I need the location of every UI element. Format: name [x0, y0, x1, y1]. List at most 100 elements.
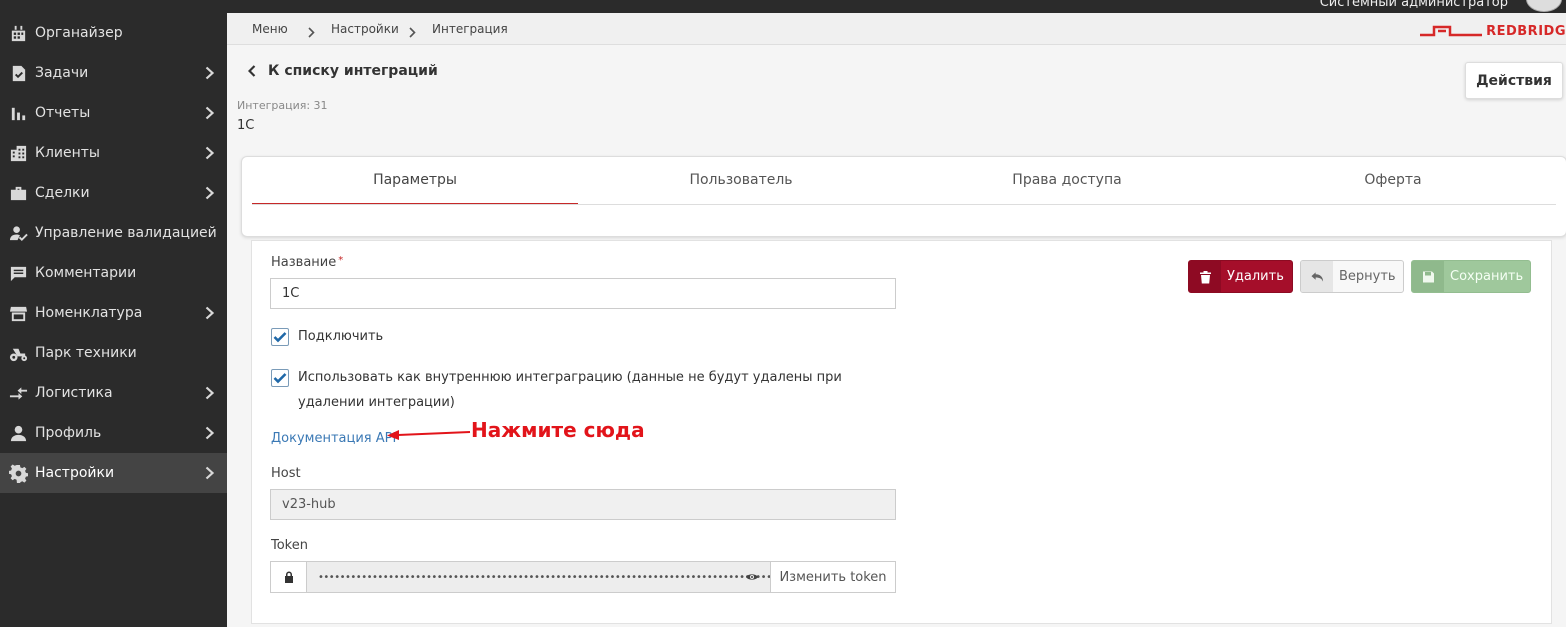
- back-label: К списку интеграций: [268, 63, 438, 79]
- host-label: Host: [271, 466, 301, 481]
- tab-access-rights[interactable]: Права доступа: [904, 157, 1230, 203]
- comment-icon: [8, 263, 28, 283]
- connect-checkbox-row[interactable]: Подключить: [271, 324, 383, 349]
- chevron-left-icon: [248, 65, 256, 77]
- store-icon: [8, 303, 28, 323]
- sidebar-item-fleet[interactable]: Парк техники: [0, 333, 227, 373]
- sidebar-item-deals[interactable]: Сделки: [0, 173, 227, 213]
- sidebar-item-label: Парк техники: [35, 345, 137, 361]
- calendar-icon: [8, 23, 28, 43]
- checkmark-icon: [273, 373, 287, 384]
- sidebar-item-label: Сделки: [35, 185, 90, 201]
- token-input[interactable]: ••••••••••••••••••••••••••••••••••••••••…: [306, 561, 771, 593]
- sidebar-item-reports[interactable]: Отчеты: [0, 93, 227, 133]
- sidebar-item-label: Настройки: [35, 465, 115, 481]
- annotation-text: Нажмите сюда: [471, 418, 645, 442]
- sidebar-item-comments[interactable]: Комментарии: [0, 253, 227, 293]
- sidebar-item-profile[interactable]: Профиль: [0, 413, 227, 453]
- sidebar-item-tasks[interactable]: Задачи: [0, 53, 227, 93]
- integration-name: 1С: [237, 118, 255, 133]
- save-label: Сохранить: [1450, 269, 1524, 284]
- tabs-card: Параметры Пользователь Права доступа Офе…: [241, 156, 1566, 237]
- actions-button[interactable]: Действия: [1465, 62, 1563, 99]
- connect-label: Подключить: [298, 329, 384, 344]
- sidebar-item-label: Комментарии: [35, 265, 137, 281]
- user-check-icon: [8, 223, 28, 243]
- chevron-right-icon: [205, 106, 215, 120]
- sidebar-item-settings[interactable]: Настройки: [0, 453, 227, 493]
- required-mark: *: [338, 255, 344, 266]
- chevron-right-icon: [205, 386, 215, 400]
- sidebar-item-label: Отчеты: [35, 105, 91, 121]
- lock-icon: [270, 561, 307, 593]
- logo-text: REDBRIDG: [1486, 23, 1566, 39]
- name-label-text: Название: [271, 255, 337, 270]
- api-docs-link[interactable]: Документация API: [271, 431, 396, 446]
- eye-icon[interactable]: [745, 571, 759, 583]
- sidebar-item-label: Профиль: [35, 425, 102, 441]
- chevron-right-icon: [205, 426, 215, 440]
- chevron-right-icon: [205, 66, 215, 80]
- avatar[interactable]: [1526, 0, 1562, 12]
- revert-button[interactable]: Вернуть: [1300, 260, 1404, 293]
- task-check-icon: [8, 63, 28, 83]
- sidebar-item-label: Управление валидацией: [35, 225, 217, 241]
- tab-offer[interactable]: Оферта: [1230, 157, 1556, 203]
- sidebar-item-label: Логистика: [35, 385, 113, 401]
- sidebar-item-organizer[interactable]: Органайзер: [0, 13, 227, 53]
- save-button[interactable]: Сохранить: [1411, 260, 1531, 293]
- tractor-icon: [8, 343, 28, 363]
- chevron-right-icon: [308, 23, 316, 38]
- sidebar-item-logistics[interactable]: Логистика: [0, 373, 227, 413]
- back-to-list-link[interactable]: К списку интеграций: [248, 63, 438, 79]
- sidebar-item-label: Задачи: [35, 65, 89, 81]
- checkmark-icon: [273, 332, 287, 343]
- chevron-right-icon: [205, 306, 215, 320]
- tab-parameters[interactable]: Параметры: [252, 157, 578, 205]
- logo-mark-icon: [1420, 25, 1483, 37]
- sidebar-item-label: Органайзер: [35, 25, 123, 41]
- person-icon: [8, 423, 28, 443]
- sidebar-item-label: Номенклатура: [35, 305, 143, 321]
- chevron-right-icon: [409, 23, 417, 38]
- chevron-right-icon: [205, 146, 215, 160]
- sidebar-item-validation[interactable]: Управление валидацией: [0, 213, 227, 253]
- breadcrumb-item-integration: Интеграция: [432, 22, 508, 36]
- name-label: Название *: [271, 255, 343, 270]
- delete-button[interactable]: Удалить: [1188, 260, 1293, 293]
- annotation-arrow-icon: [387, 430, 471, 440]
- user-role[interactable]: Системный администратор: [1320, 0, 1508, 10]
- sidebar-item-nomenclature[interactable]: Номенклатура: [0, 293, 227, 333]
- host-input[interactable]: v23-hub: [270, 489, 896, 520]
- breadcrumb-item-menu[interactable]: Меню: [252, 22, 288, 36]
- logo: REDBRIDG: [1420, 23, 1566, 39]
- token-label: Token: [271, 538, 308, 553]
- tab-user[interactable]: Пользователь: [578, 157, 904, 203]
- tabs-divider: [252, 204, 1556, 205]
- briefcase-icon: [8, 183, 28, 203]
- integration-id: Интеграция: 31: [237, 99, 328, 112]
- chevron-right-icon: [205, 466, 215, 480]
- top-bar: Системный администратор: [0, 0, 1566, 13]
- connect-checkbox[interactable]: [271, 328, 289, 346]
- chevron-right-icon: [205, 186, 215, 200]
- building-icon: [8, 143, 28, 163]
- change-token-button[interactable]: Изменить token: [770, 561, 896, 593]
- name-input[interactable]: 1С: [270, 278, 896, 309]
- token-masked-value: ••••••••••••••••••••••••••••••••••••••••…: [318, 571, 771, 583]
- transfer-arrows-icon: [8, 383, 28, 403]
- trash-icon: [1189, 261, 1221, 292]
- sidebar: Органайзер Задачи Отчеты Клиенты Сделки …: [0, 13, 227, 627]
- sidebar-item-label: Клиенты: [35, 145, 100, 161]
- bar-chart-icon: [8, 103, 28, 123]
- internal-checkbox-row[interactable]: Использовать как внутреннюю интеграграци…: [271, 365, 871, 415]
- sidebar-item-clients[interactable]: Клиенты: [0, 133, 227, 173]
- revert-label: Вернуть: [1339, 269, 1396, 284]
- floppy-disk-icon: [1412, 261, 1444, 292]
- breadcrumb-item-settings[interactable]: Настройки: [331, 22, 399, 36]
- delete-label: Удалить: [1227, 269, 1284, 284]
- internal-checkbox[interactable]: [271, 369, 289, 387]
- breadcrumb: Меню Настройки Интеграция REDBRIDG: [227, 13, 1566, 45]
- internal-label: Использовать как внутреннюю интеграграци…: [298, 370, 842, 410]
- undo-icon: [1301, 261, 1333, 292]
